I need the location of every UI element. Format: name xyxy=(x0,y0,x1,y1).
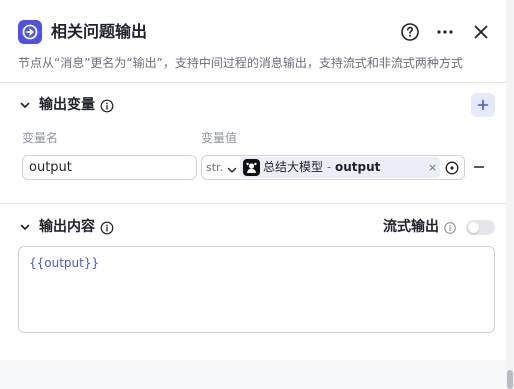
info-icon[interactable] xyxy=(100,220,114,235)
chevron-down-icon[interactable] xyxy=(18,98,32,112)
toggle-knob xyxy=(468,222,479,233)
stream-output-toggle[interactable] xyxy=(466,220,495,235)
info-icon[interactable] xyxy=(100,98,114,113)
variable-picker-icon[interactable] xyxy=(445,160,459,175)
chevron-down-icon[interactable] xyxy=(226,161,238,173)
section-divider xyxy=(0,203,506,204)
info-icon[interactable] xyxy=(443,220,457,234)
variable-value-field[interactable]: str. 总结大模型 - output × xyxy=(201,155,465,180)
reference-variable-name: output xyxy=(334,160,381,174)
node-description: 节点从“消息”更名为“输出”，支持中间过程的消息输出，支持流式和非流式两种方式 xyxy=(18,56,463,70)
help-icon[interactable] xyxy=(398,20,422,44)
model-avatar-icon xyxy=(243,159,260,176)
more-icon[interactable] xyxy=(433,20,457,44)
remove-variable-button[interactable] xyxy=(473,157,485,177)
chevron-down-icon[interactable] xyxy=(18,220,32,234)
node-output-icon xyxy=(18,20,42,44)
panel-footer-background xyxy=(0,360,506,389)
variable-name-input[interactable]: output xyxy=(22,155,197,180)
scrollbar-thumb[interactable] xyxy=(507,370,513,389)
variable-name-column-label: 变量名 xyxy=(22,131,59,145)
reference-node-name: 总结大模型 xyxy=(263,160,324,174)
variable-reference-tag: 总结大模型 - output × xyxy=(240,157,440,178)
close-icon[interactable] xyxy=(469,20,493,44)
output-content-editor[interactable]: {{output}} xyxy=(18,246,495,333)
node-title[interactable]: 相关问题输出 xyxy=(51,20,147,44)
remove-reference-button[interactable]: × xyxy=(428,157,437,178)
type-select[interactable]: str. xyxy=(206,156,223,179)
reference-label: 总结大模型 - output xyxy=(263,157,380,178)
stream-output-label: 流式输出 xyxy=(383,219,439,235)
scrollbar-track[interactable] xyxy=(506,0,514,389)
output-content-title: 输出内容 xyxy=(39,219,95,235)
add-variable-button[interactable] xyxy=(471,93,495,117)
reference-separator: - xyxy=(323,160,335,174)
output-variables-title: 输出变量 xyxy=(39,97,95,113)
node-panel-header: 相关问题输出 节点从“消息”更名为“输出”，支持中间过程的消息输出，支持流式和非… xyxy=(0,0,506,78)
section-divider xyxy=(0,82,506,83)
variable-value-column-label: 变量值 xyxy=(201,131,238,145)
